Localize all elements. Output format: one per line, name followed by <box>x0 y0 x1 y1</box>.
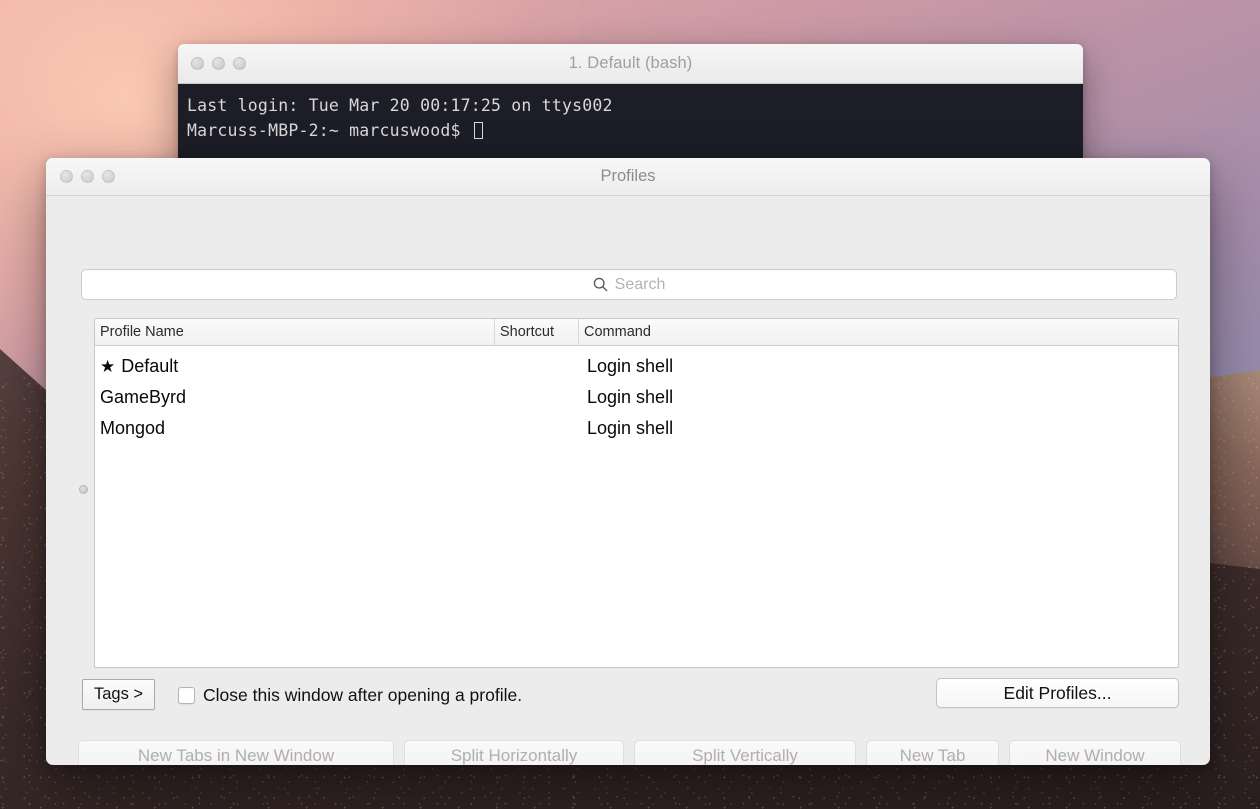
new-window-button[interactable]: New Window <box>1009 740 1181 765</box>
column-header-shortcut[interactable]: Shortcut <box>495 319 579 345</box>
profiles-table[interactable]: Profile Name Shortcut Command ★ Default … <box>94 318 1179 668</box>
split-resize-handle[interactable] <box>79 485 88 494</box>
cell-shortcut <box>495 382 579 413</box>
table-body: ★ Default Login shell GameByrd Login she… <box>95 346 1178 444</box>
profiles-window[interactable]: Profiles Search Profile Name Shortcut Co… <box>46 158 1210 765</box>
split-horizontally-button[interactable]: Split Horizontally <box>404 740 624 765</box>
desktop-wallpaper: 1. Default (bash) Last login: Tue Mar 20… <box>0 0 1260 809</box>
table-row[interactable]: ★ Default Login shell <box>95 351 1178 382</box>
profiles-content: Search Profile Name Shortcut Command ★ D… <box>46 196 1210 765</box>
profile-name-label: GameByrd <box>100 387 187 407</box>
profile-name-label: Default <box>121 356 179 376</box>
action-button-row: New Tabs in New Window Split Horizontall… <box>78 740 1181 765</box>
table-header-row: Profile Name Shortcut Command <box>95 319 1178 346</box>
table-row[interactable]: GameByrd Login shell <box>95 382 1178 413</box>
edit-profiles-button[interactable]: Edit Profiles... <box>936 678 1179 708</box>
search-icon <box>593 277 607 292</box>
terminal-line-prompt: Marcuss-MBP-2:~ marcuswood$ <box>187 121 471 140</box>
profile-name-label: Mongod <box>100 418 166 438</box>
profiles-titlebar[interactable]: Profiles <box>46 158 1210 196</box>
search-input[interactable]: Search <box>81 269 1177 300</box>
close-after-opening-label: Close this window after opening a profil… <box>203 685 523 705</box>
close-after-opening-checkbox[interactable] <box>178 687 195 704</box>
new-tab-button[interactable]: New Tab <box>866 740 999 765</box>
cell-command: Login shell <box>587 418 674 438</box>
cell-profile-name: GameByrd <box>95 382 495 413</box>
cell-command: Login shell <box>587 356 674 376</box>
terminal-titlebar[interactable]: 1. Default (bash) <box>178 44 1083 84</box>
default-star-icon: ★ <box>100 356 116 376</box>
cell-command: Login shell <box>587 387 674 407</box>
terminal-cursor <box>473 122 483 139</box>
column-header-command[interactable]: Command <box>579 319 1178 345</box>
column-header-profile-name[interactable]: Profile Name <box>95 319 495 345</box>
search-inner: Search <box>593 275 666 294</box>
cell-profile-name: Mongod <box>95 413 495 444</box>
tags-button[interactable]: Tags > <box>82 679 156 710</box>
new-tabs-in-new-window-button[interactable]: New Tabs in New Window <box>78 740 394 765</box>
terminal-title: 1. Default (bash) <box>568 54 693 72</box>
terminal-line-last-login: Last login: Tue Mar 20 00:17:25 on ttys0… <box>187 96 613 115</box>
table-row[interactable]: Mongod Login shell <box>95 413 1178 444</box>
page-title: Profiles <box>600 167 656 185</box>
cell-shortcut <box>495 413 579 444</box>
search-placeholder: Search <box>614 275 666 293</box>
cell-shortcut <box>495 351 579 382</box>
split-vertically-button[interactable]: Split Vertically <box>634 740 856 765</box>
cell-profile-name: ★ Default <box>95 351 495 382</box>
